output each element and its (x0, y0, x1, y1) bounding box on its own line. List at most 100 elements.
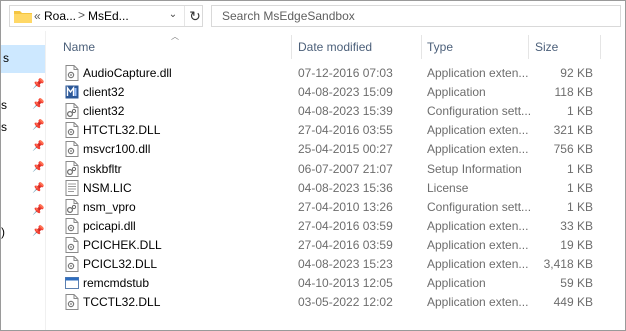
file-row[interactable]: AudioCapture.dll 07-12-2016 07:03 Applicat… (59, 64, 599, 82)
chevron-down-icon: ⌄ (168, 9, 178, 20)
file-size: 321 KB (553, 123, 593, 138)
nav-item-label[interactable]: s (1, 120, 7, 134)
file-date-modified: 04-08-2023 15:36 (298, 180, 393, 195)
license-file-icon (65, 179, 79, 196)
pin-icon: 📌 (32, 141, 45, 152)
address-bar[interactable]: « Roa... > MsEd... ⌄ ↻ (9, 5, 203, 27)
file-size: 449 KB (553, 295, 593, 310)
file-type: Application (427, 276, 486, 291)
file-date-modified: 03-05-2022 12:02 (298, 295, 393, 310)
file-row[interactable]: PCICHEK.DLL 27-04-2016 03:59 Application e… (59, 236, 599, 254)
breadcrumb-roaming[interactable]: Roa... (44, 9, 76, 23)
breadcrumb-separator: > (78, 8, 86, 22)
file-row[interactable]: client32 04-08-2023 15:39 Configuration se… (59, 102, 599, 120)
file-type: Application (427, 85, 486, 100)
file-date-modified: 04-08-2023 15:39 (298, 104, 393, 119)
sort-ascending-icon: ︿ (171, 32, 179, 41)
pin-icon: 📌 (32, 205, 45, 216)
file-date-modified: 27-04-2016 03:59 (298, 237, 393, 252)
file-size: 1 KB (566, 180, 593, 195)
file-name: NSM.LIC (83, 180, 132, 195)
column-header-size[interactable]: Size (535, 40, 558, 54)
file-date-modified: 06-07-2007 21:07 (298, 161, 393, 176)
search-input[interactable]: Search MsEdgeSandbox (211, 5, 621, 27)
file-size: 3,418 KB (543, 257, 593, 271)
dll-file-icon (65, 236, 79, 253)
file-size: 1 KB (566, 104, 593, 119)
pane-divider[interactable] (45, 31, 46, 330)
file-row[interactable]: HTCTL32.DLL 27-04-2016 03:55 Application e… (59, 121, 599, 139)
nav-item-selected[interactable]: s (1, 45, 45, 73)
config-file-icon (65, 103, 79, 120)
dll-file-icon (65, 294, 79, 311)
dll-file-icon (65, 65, 79, 81)
column-header-date[interactable]: Date modified (298, 40, 372, 54)
file-row[interactable]: nsm_vpro 27-04-2010 13:26 Configuration se… (59, 198, 599, 216)
file-date-modified: 25-04-2015 00:27 (298, 142, 393, 157)
pin-icon: 📌 (32, 79, 45, 90)
file-name: msvcr100.dll (83, 142, 151, 157)
file-row[interactable]: nskbfltr 06-07-2007 21:07 Setup Informatio… (59, 160, 599, 178)
address-dropdown-button[interactable]: ⌄ (164, 9, 182, 25)
file-date-modified: 27-04-2016 03:59 (298, 218, 393, 233)
breadcrumb-msedge[interactable]: MsEd... (88, 9, 129, 23)
address-bar-area: « Roa... > MsEd... ⌄ ↻ Search MsEdgeSand… (1, 1, 625, 31)
nav-item-label[interactable]: s (1, 98, 7, 112)
file-name: pcicapi.dll (83, 218, 136, 233)
file-name: remcmdstub (83, 276, 150, 291)
column-divider[interactable] (600, 35, 601, 59)
app-window-icon (65, 275, 79, 291)
column-divider[interactable] (291, 35, 292, 59)
file-name: TCCTL32.DLL (83, 295, 161, 310)
file-explorer-window: « Roa... > MsEd... ⌄ ↻ Search MsEdgeSand… (0, 0, 626, 331)
file-size: 1 KB (566, 161, 593, 176)
breadcrumb-overflow[interactable]: « (34, 9, 41, 23)
file-date-modified: 27-04-2010 13:26 (298, 199, 393, 214)
setup-info-icon (65, 160, 79, 177)
file-size: 92 KB (560, 66, 593, 80)
file-date-modified: 04-10-2013 12:05 (298, 276, 393, 291)
pin-icon: 📌 (32, 162, 45, 173)
file-date-modified: 27-04-2016 03:55 (298, 123, 393, 138)
file-name: nsm_vpro (83, 199, 136, 214)
file-size: 118 KB (554, 85, 593, 100)
column-divider[interactable] (528, 35, 529, 59)
column-header-name[interactable]: Name (63, 40, 95, 54)
file-size: 1 KB (566, 199, 593, 214)
file-name: AudioCapture.dll (83, 66, 172, 80)
app-exe-icon (65, 84, 79, 100)
refresh-button[interactable]: ↻ (184, 6, 205, 26)
file-name: client32 (83, 104, 125, 119)
dll-file-icon (65, 217, 79, 234)
file-row[interactable]: NSM.LIC 04-08-2023 15:36 License 1 KB (59, 179, 599, 197)
file-size: 33 KB (560, 218, 593, 233)
nav-item-label[interactable]: ) (1, 225, 5, 239)
nav-item-label: s (3, 51, 9, 65)
file-type: License (427, 180, 469, 195)
file-row[interactable]: pcicapi.dll 27-04-2016 03:59 Application e… (59, 217, 599, 235)
config-file-icon (65, 198, 79, 215)
file-size: 59 KB (560, 276, 593, 291)
file-row[interactable]: TCCTL32.DLL 03-05-2022 12:02 Application e… (59, 293, 599, 311)
file-size: 756 KB (553, 142, 593, 157)
file-row[interactable]: client32 04-08-2023 15:09 Application 118 K… (59, 83, 599, 101)
navigation-pane: s 📌 s 📌 s 📌 📌 📌 📌 📌 ) 📌 (1, 31, 45, 330)
file-name: HTCTL32.DLL (83, 123, 161, 138)
file-name: client32 (83, 85, 125, 100)
search-placeholder: Search MsEdgeSandbox (222, 9, 355, 23)
file-name: PCICHEK.DLL (83, 237, 162, 252)
file-row[interactable]: remcmdstub 04-10-2013 12:05 Application 59 … (59, 274, 599, 292)
file-row[interactable]: msvcr100.dll 25-04-2015 00:27 Application … (59, 140, 599, 158)
dll-file-icon (65, 122, 79, 139)
file-date-modified: 04-08-2023 15:23 (298, 257, 393, 271)
file-name: PCICL32.DLL (83, 257, 158, 271)
pin-icon: 📌 (32, 99, 45, 110)
file-row[interactable]: PCICL32.DLL 04-08-2023 15:23 Application e… (59, 255, 599, 273)
pin-icon: 📌 (32, 183, 45, 194)
file-type: Setup Information (427, 161, 522, 176)
column-divider[interactable] (421, 35, 422, 59)
pin-icon: 📌 (32, 226, 45, 237)
column-header-type[interactable]: Type (427, 40, 453, 54)
dll-file-icon (65, 141, 79, 158)
dll-file-icon (65, 256, 79, 272)
